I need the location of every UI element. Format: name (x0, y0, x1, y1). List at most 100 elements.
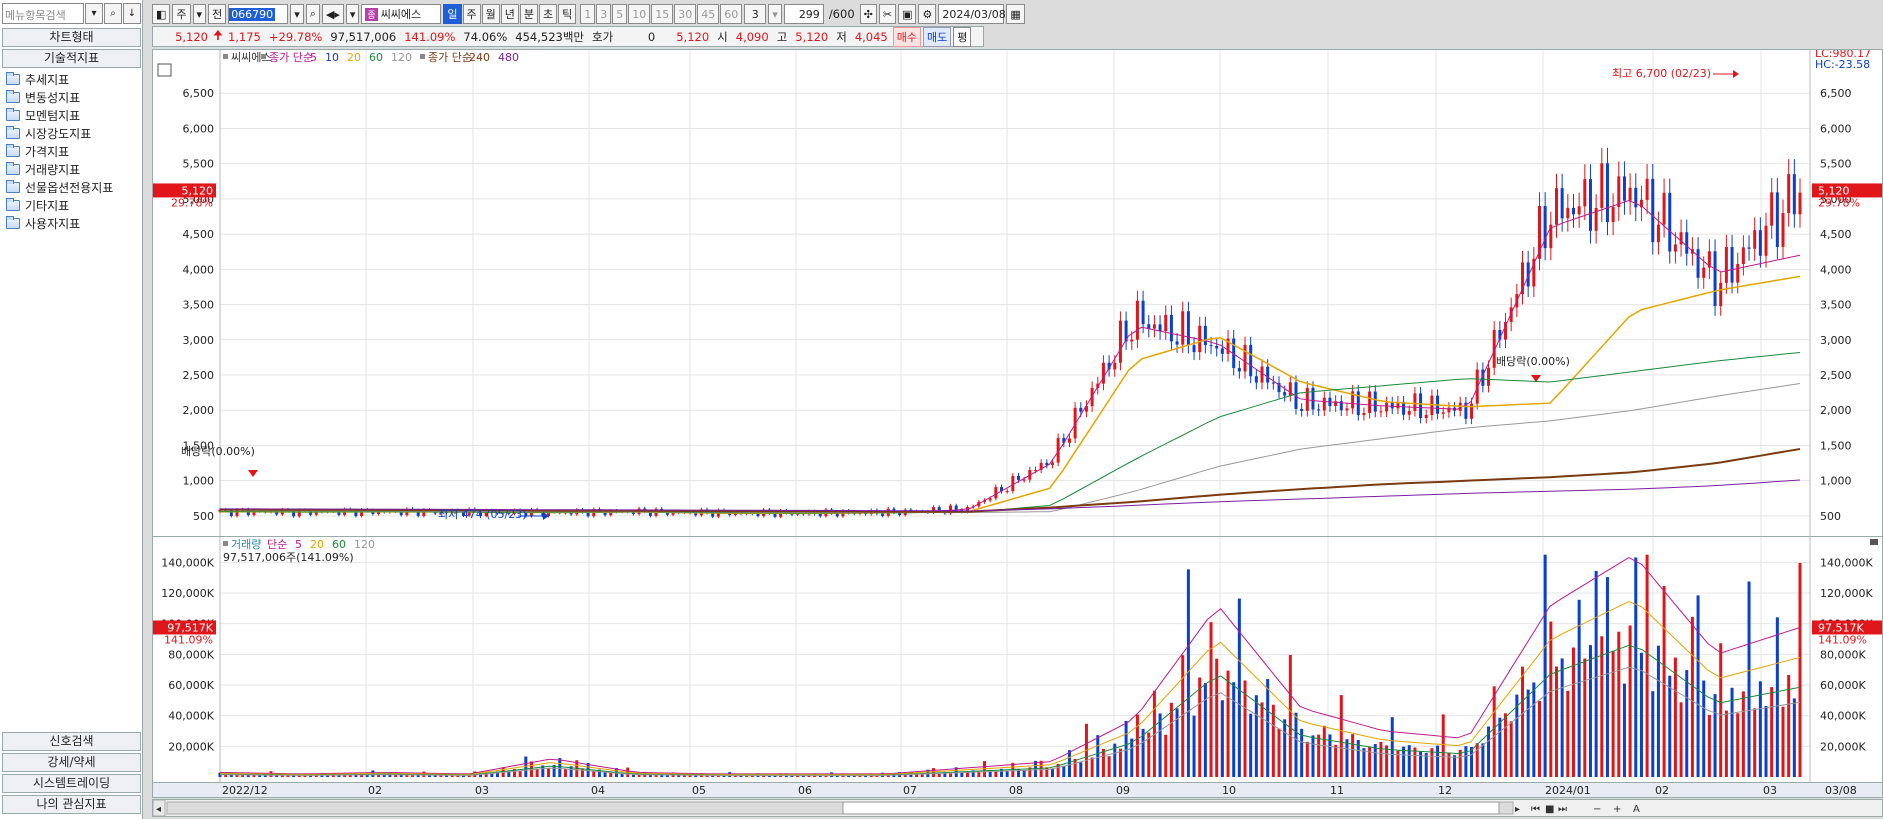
scroll-left-icon[interactable]: ◂ (156, 804, 161, 815)
date-input[interactable]: 2024/03/08 (938, 4, 1006, 24)
tools-icon[interactable]: ✂ (878, 4, 897, 24)
mode-select[interactable]: 전 (208, 4, 227, 24)
interval-button[interactable]: 15 (651, 4, 674, 24)
chevron-down-icon[interactable]: ▾ (345, 4, 360, 24)
pane-menu-icon[interactable] (1870, 539, 1878, 545)
left-bottom-button[interactable]: 시스템트레이딩 (2, 774, 141, 793)
volume-bar (1560, 658, 1564, 777)
interval-button[interactable]: 30 (674, 4, 697, 24)
candle-body (818, 514, 822, 517)
period-tab[interactable]: 초 (539, 4, 558, 24)
interval-button[interactable]: 5 (612, 4, 628, 24)
candle-body (1668, 192, 1672, 252)
tree-item[interactable]: 사용자지표 (6, 214, 141, 232)
interval-button[interactable]: 60 (720, 4, 743, 24)
tree-item[interactable]: 거래량지표 (6, 160, 141, 178)
period-tab[interactable]: 틱 (558, 4, 577, 24)
menu-search: 메뉴항목검색 ▾ ⌕ ↓ (2, 3, 141, 24)
candle-body (1413, 393, 1417, 411)
volume-bar (1656, 645, 1660, 777)
tree-item[interactable]: 가격지표 (6, 142, 141, 160)
scroll-right-icon[interactable]: ▸ (1515, 804, 1520, 815)
down-arrow-icon[interactable]: ↓ (123, 3, 141, 24)
interval-button[interactable]: 10 (628, 4, 651, 24)
chart-type-header[interactable]: 차트형태 (2, 28, 141, 47)
volume-bar (1073, 758, 1077, 777)
tree-item[interactable]: 시장강도지표 (6, 124, 141, 142)
period-tab[interactable]: 분 (519, 4, 539, 24)
save-icon[interactable]: ▣ (898, 4, 917, 24)
volume-bar (1617, 631, 1621, 777)
volume-bar (1787, 675, 1791, 777)
vol-legend-period: 20 (310, 538, 324, 551)
low-annotation: 최저 474 (05/23) (438, 508, 527, 521)
search-icon[interactable]: ⌕ (104, 3, 122, 24)
ma-line-60 (220, 352, 1801, 514)
sell-button[interactable]: 매도 (923, 26, 952, 47)
volume-bar (1237, 598, 1241, 777)
volume-bar (1220, 700, 1224, 777)
interval-button[interactable]: 45 (697, 4, 720, 24)
interval-select[interactable]: 3 (744, 4, 767, 24)
interval-button[interactable]: 3 (596, 4, 612, 24)
buy-button[interactable]: 매수 (892, 26, 921, 47)
period-tab[interactable]: 주 (462, 4, 481, 24)
layout-icon[interactable]: ◧ (152, 4, 171, 24)
stock-name-field[interactable]: 종 씨씨에스 (361, 4, 442, 24)
dropdown-icon[interactable]: ▾ (85, 3, 103, 24)
scroll-thumb[interactable] (842, 801, 1500, 815)
eval-button[interactable]: 평 (953, 26, 972, 47)
price-chart[interactable]: 500 500 1,000 1,000 1,500 1,500 2,000 2,000 2,50… (152, 47, 1883, 537)
scroll-bar[interactable]: ◂ ▸ ⏮ ■ ⏭ − + A (152, 799, 1883, 817)
speaker-icon[interactable]: ◀▸ (321, 4, 344, 24)
tree-item-label: 모멘텀지표 (25, 108, 81, 123)
folder-icon (6, 71, 20, 85)
tree-item[interactable]: 모멘텀지표 (6, 106, 141, 124)
low-price: 4,045 (854, 29, 888, 44)
volume-bar (563, 768, 567, 777)
tree-item[interactable]: 기타지표 (6, 196, 141, 214)
legend-ma-period: 120 (391, 51, 412, 64)
folder-icon (6, 143, 20, 157)
font-size-icon[interactable]: A (1633, 804, 1640, 815)
candle-body (1685, 232, 1689, 254)
technical-indicator-header[interactable]: 기술적지표 (2, 49, 141, 68)
nav-stop-icon[interactable]: ■ (1545, 804, 1554, 815)
nav-first-icon[interactable]: ⏮ (1531, 804, 1540, 815)
menu-search-input[interactable]: 메뉴항목검색 (2, 3, 84, 24)
stock-code-input[interactable]: 066790 (228, 4, 289, 24)
zoom-in-icon[interactable]: + (1613, 804, 1621, 815)
chart-window: 메뉴항목검색 ▾ ⌕ ↓ 차트형태 기술적지표 추세지표 변동성지표모멘텀지표 시장… (0, 0, 1883, 819)
gear-icon[interactable]: ⚙ (918, 4, 937, 24)
search-icon[interactable]: ⌕ (305, 4, 320, 24)
volume-chart[interactable]: 20,000K 20,000K 40,000K 40,000K 60,000K 60,00… (152, 537, 1883, 785)
grid-settings-icon[interactable] (157, 63, 172, 77)
left-bottom-button[interactable]: 신호검색 (2, 732, 141, 751)
period-tab[interactable]: 월 (481, 4, 500, 24)
tree-item[interactable]: 선물옵션전용지표 (6, 178, 141, 196)
period-tab[interactable]: 일 (443, 4, 462, 24)
vol-tick-label: 140,000K (161, 556, 214, 569)
calendar-icon[interactable]: ▦ (1006, 4, 1025, 24)
left-bottom-button[interactable]: 강세/약세 (2, 753, 141, 772)
volume-bars (218, 554, 1802, 777)
nav-last-icon[interactable]: ⏭ (1558, 804, 1567, 815)
zoom-icon[interactable]: ✣ (859, 4, 877, 24)
zoom-out-icon[interactable]: − (1593, 804, 1601, 815)
tree-item[interactable]: 변동성지표 (6, 88, 141, 106)
chevron-down-icon[interactable]: ▾ (768, 4, 782, 24)
tree-item[interactable]: 추세지표 (6, 70, 141, 88)
interval-button[interactable]: 1 (580, 4, 596, 24)
indicator-tree: 추세지표 변동성지표모멘텀지표 시장강도지표 가격지표 거래량지표 선물옵션전용지표 기타지… (6, 70, 141, 232)
period-tab[interactable]: 년 (500, 4, 519, 24)
left-bottom-button[interactable]: 나의 관심지표 (2, 795, 141, 814)
vol-tick-label-right: 20,000K (1820, 740, 1866, 753)
chevron-down-icon[interactable]: ▾ (192, 4, 207, 24)
chevron-down-icon[interactable]: ▾ (290, 4, 304, 24)
count-input[interactable]: 299 (783, 4, 824, 24)
candle-body (1175, 341, 1179, 345)
unit-select[interactable]: 주 (172, 4, 191, 24)
turnover: 74.06% (463, 29, 508, 44)
volume-bar (1696, 595, 1700, 777)
volume-bar (1249, 713, 1253, 777)
